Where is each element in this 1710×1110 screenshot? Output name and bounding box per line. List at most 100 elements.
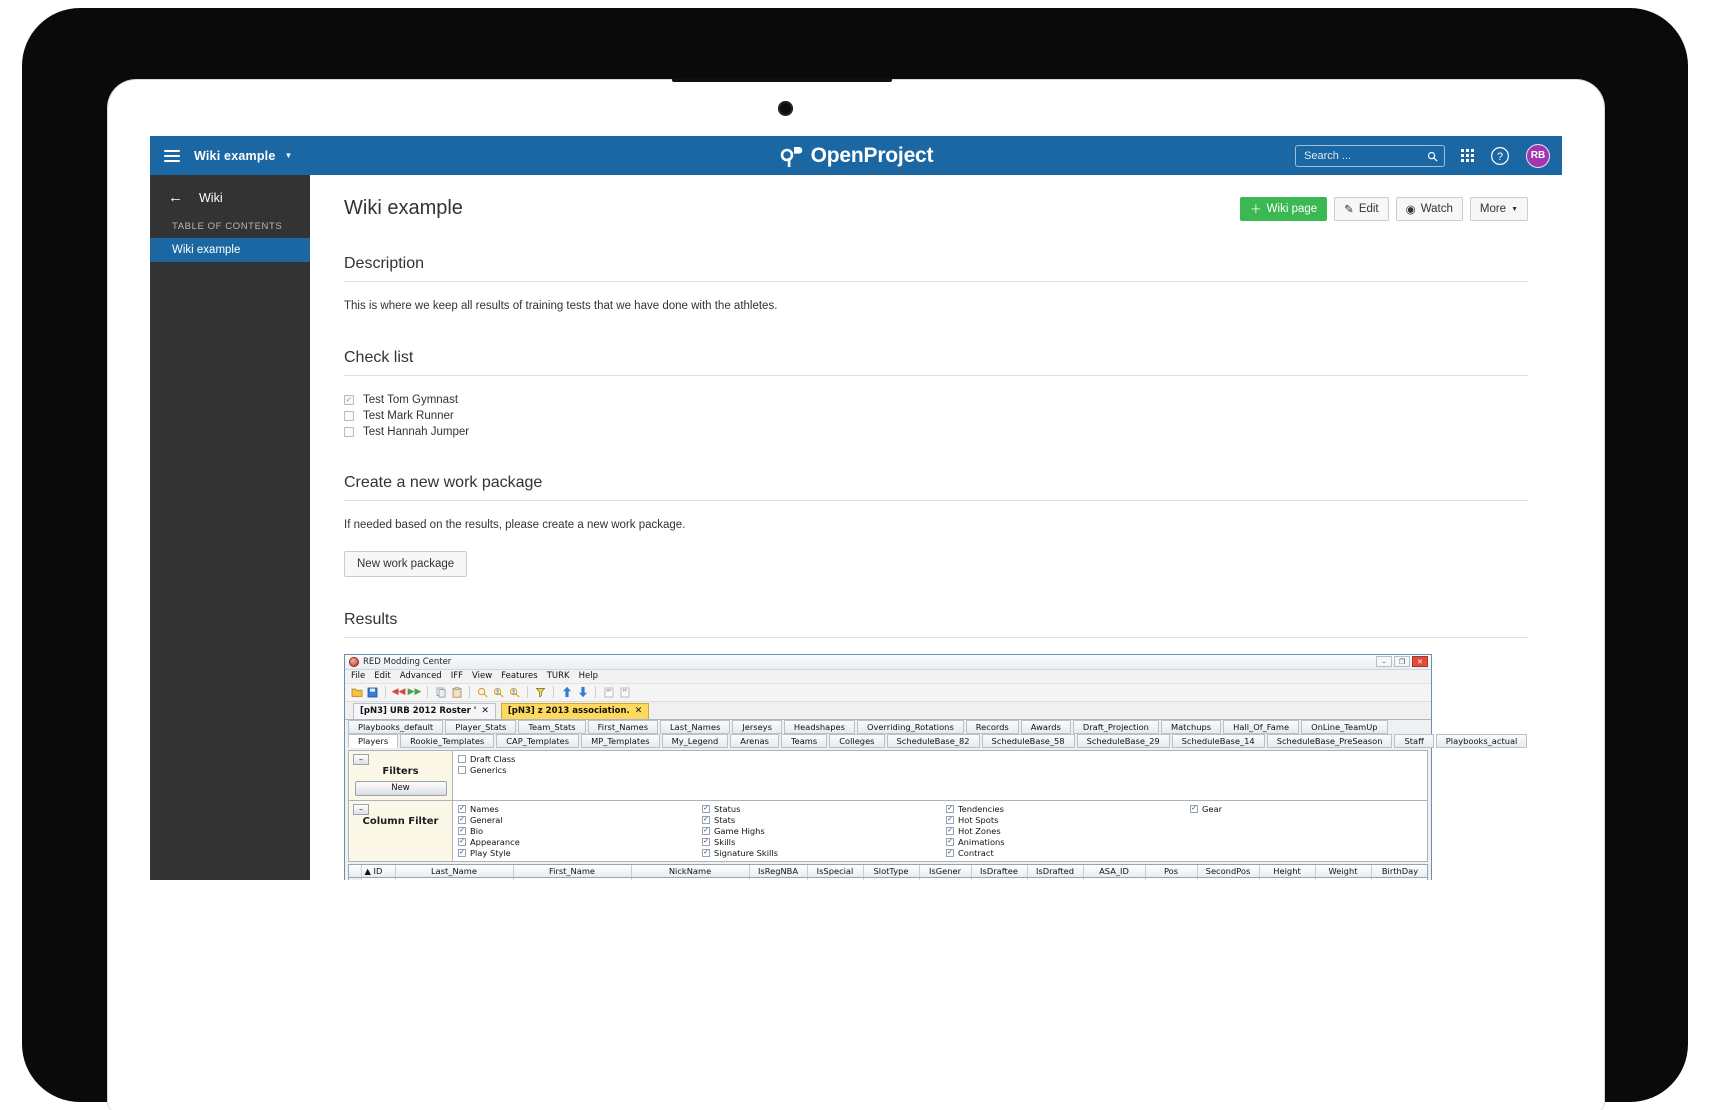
tab-team-stats[interactable]: Team_Stats xyxy=(518,720,585,734)
tab-draft-projection[interactable]: Draft_Projection xyxy=(1073,720,1159,734)
tab-colleges[interactable]: Colleges xyxy=(829,734,884,748)
cell-isregnba[interactable]: 0 xyxy=(749,878,807,881)
hamburger-menu-icon[interactable] xyxy=(164,150,180,162)
checkbox-checked-icon[interactable]: ✓ xyxy=(702,805,710,813)
menu-item-help[interactable]: Help xyxy=(579,671,598,681)
checkbox-checked-icon[interactable]: ✓ xyxy=(946,805,954,813)
column-filter-signature-skills[interactable]: ✓Signature Skills xyxy=(702,848,946,858)
checkbox-checked-icon[interactable]: ✓ xyxy=(702,849,710,857)
column-header-isgener[interactable]: IsGener xyxy=(919,865,971,878)
column-filter-game-highs[interactable]: ✓Game Highs xyxy=(702,826,946,836)
list-item[interactable]: Test Hannah Jumper xyxy=(344,424,1528,440)
rewind-icon[interactable]: ◀◀ xyxy=(392,686,405,699)
user-avatar[interactable]: RB xyxy=(1526,144,1550,168)
close-icon[interactable]: ✕ xyxy=(635,706,643,717)
tab-teams[interactable]: Teams xyxy=(781,734,827,748)
player-data-grid[interactable]: ▲ IDLast_NameFirst_NameNickNameIsRegNBAI… xyxy=(348,864,1428,881)
checkbox-checked-icon[interactable]: ✓ xyxy=(946,827,954,835)
tab-headshapes[interactable]: Headshapes xyxy=(784,720,855,734)
fast-forward-icon[interactable]: ▶▶ xyxy=(408,686,421,699)
column-header-weight[interactable]: Weight xyxy=(1315,865,1371,878)
checkbox-checked-icon[interactable]: ✓ xyxy=(458,838,466,846)
help-circle-icon[interactable]: ? xyxy=(1490,146,1510,166)
checkbox-checked-icon[interactable]: ✓ xyxy=(946,838,954,846)
menu-item-features[interactable]: Features xyxy=(501,671,538,681)
column-filter-bio[interactable]: ✓Bio xyxy=(458,826,702,836)
menu-item-file[interactable]: File xyxy=(351,671,365,681)
column-filter-skills[interactable]: ✓Skills xyxy=(702,837,946,847)
column-filter-animations[interactable]: ✓Animations xyxy=(946,837,1190,847)
checkbox-checked-icon[interactable]: ✓ xyxy=(702,838,710,846)
column-header-isdrafted[interactable]: IsDrafted xyxy=(1027,865,1083,878)
tab-last-names[interactable]: Last_Names xyxy=(660,720,730,734)
cell-asa-id[interactable]: 2403 xyxy=(1083,878,1145,881)
tab-cap-templates[interactable]: CAP_Templates xyxy=(496,734,579,748)
row-marker[interactable] xyxy=(349,878,361,881)
tab-schedulebase-preseason[interactable]: ScheduleBase_PreSeason xyxy=(1267,734,1393,748)
document-tab-urb-2012-roster[interactable]: [pN3] URB 2012 Roster ' ✕ xyxy=(353,703,496,719)
table-row[interactable]: 516SlaterSheldon000110240332210.82243.00… xyxy=(349,878,1428,881)
checkbox-checked-icon[interactable]: ✓ xyxy=(702,827,710,835)
column-filter-hot-spots[interactable]: ✓Hot Spots xyxy=(946,815,1190,825)
cell-slottype[interactable]: 0 xyxy=(863,878,919,881)
menu-item-edit[interactable]: Edit xyxy=(374,671,390,681)
column-header-first-name[interactable]: First_Name xyxy=(513,865,631,878)
checkbox-icon[interactable] xyxy=(458,755,466,763)
tab-schedulebase-82[interactable]: ScheduleBase_82 xyxy=(887,734,980,748)
save-disk-icon[interactable] xyxy=(366,686,379,699)
search-input[interactable] xyxy=(1302,149,1422,163)
paste-icon[interactable] xyxy=(450,686,463,699)
search-icon[interactable] xyxy=(476,686,489,699)
tab-players[interactable]: Players xyxy=(348,734,398,748)
tab-rookie-templates[interactable]: Rookie_Templates xyxy=(400,734,494,748)
checkbox-checked-icon[interactable]: ✓ xyxy=(458,805,466,813)
column-filter-appearance[interactable]: ✓Appearance xyxy=(458,837,702,847)
close-button[interactable]: ✕ xyxy=(1412,656,1428,667)
edit-button[interactable]: ✎ Edit xyxy=(1334,197,1388,221)
column-filter-general[interactable]: ✓General xyxy=(458,815,702,825)
add-wiki-page-button[interactable]: ＋ Wiki page xyxy=(1240,197,1327,221)
checkbox-checked-icon[interactable]: ✓ xyxy=(458,827,466,835)
menu-item-view[interactable]: View xyxy=(472,671,492,681)
cell-nickname[interactable] xyxy=(631,878,749,881)
checkbox-checked-icon[interactable]: ✓ xyxy=(946,816,954,824)
column-filter-play-style[interactable]: ✓Play Style xyxy=(458,848,702,858)
close-icon[interactable]: ✕ xyxy=(481,706,489,717)
checkbox-icon[interactable] xyxy=(458,766,466,774)
filter-funnel-icon[interactable] xyxy=(534,686,547,699)
column-filter-hot-zones[interactable]: ✓Hot Zones xyxy=(946,826,1190,836)
tab-first-names[interactable]: First_Names xyxy=(588,720,658,734)
cell-id[interactable]: 516 xyxy=(361,878,395,881)
sidebar-back-link[interactable]: ← Wiki xyxy=(150,175,310,219)
tab-matchups[interactable]: Matchups xyxy=(1161,720,1221,734)
tab-player-stats[interactable]: Player_Stats xyxy=(445,720,516,734)
cell-pos[interactable]: 3 xyxy=(1145,878,1197,881)
column-header-isregnba[interactable]: IsRegNBA xyxy=(749,865,807,878)
column-header-slottype[interactable]: SlotType xyxy=(863,865,919,878)
copy-icon[interactable] xyxy=(434,686,447,699)
project-selector[interactable]: Wiki example xyxy=(194,149,276,163)
cell-isgener[interactable]: 1 xyxy=(919,878,971,881)
global-search[interactable] xyxy=(1295,145,1445,167)
cell-secondpos[interactable]: 2 xyxy=(1197,878,1259,881)
tab-playbooks-default[interactable]: Playbooks_default xyxy=(348,720,443,734)
menu-item-iff[interactable]: IFF xyxy=(451,671,463,681)
more-button[interactable]: More ▼ xyxy=(1470,197,1528,221)
tab-arenas[interactable]: Arenas xyxy=(730,734,779,748)
cell-height[interactable]: 210.82 xyxy=(1259,878,1315,881)
column-filter-status[interactable]: ✓Status xyxy=(702,804,946,814)
checkbox-icon[interactable] xyxy=(344,411,354,421)
tab-overriding-rotations[interactable]: Overriding_Rotations xyxy=(857,720,964,734)
maximize-button[interactable]: ❐ xyxy=(1394,656,1410,667)
collapse-column-filter-button[interactable]: – xyxy=(353,804,369,815)
tab-schedulebase-29[interactable]: ScheduleBase_29 xyxy=(1077,734,1170,748)
column-header-isdraftee[interactable]: IsDraftee xyxy=(971,865,1027,878)
checkbox-checked-icon[interactable]: ✓ xyxy=(458,816,466,824)
cell-isdraftee[interactable]: 1 xyxy=(971,878,1027,881)
cell-isdrafted[interactable]: 0 xyxy=(1027,878,1083,881)
modules-grid-icon[interactable] xyxy=(1461,149,1474,162)
find-person-alt-icon[interactable] xyxy=(508,686,521,699)
column-header-secondpos[interactable]: SecondPos xyxy=(1197,865,1259,878)
checkbox-icon[interactable] xyxy=(344,427,354,437)
tab-jerseys[interactable]: Jerseys xyxy=(732,720,782,734)
